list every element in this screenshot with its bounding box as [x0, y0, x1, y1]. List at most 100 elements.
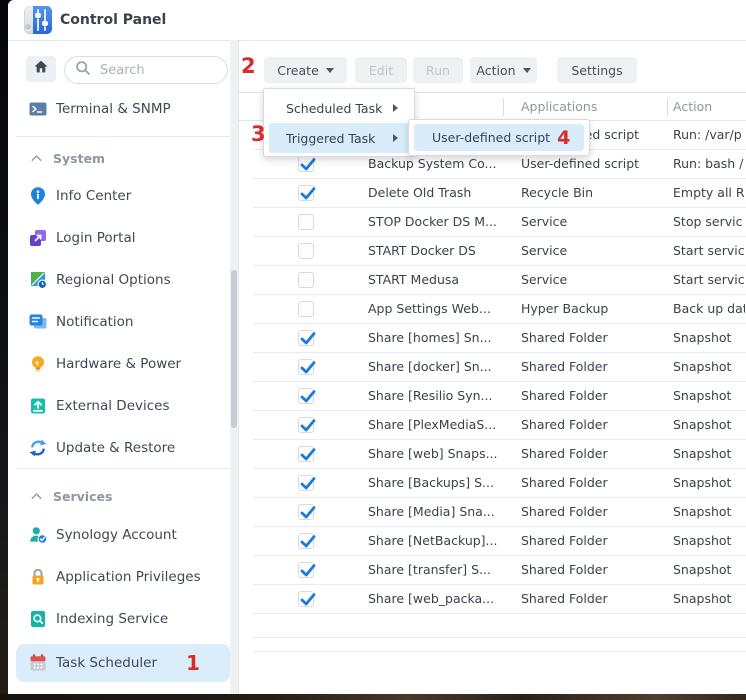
table-row[interactable]: Share [Media] Sna...Shared FolderSnapsho… [239, 498, 746, 527]
sidebar-item-external-devices[interactable]: External Devices [16, 391, 230, 421]
sidebar-divider [16, 136, 230, 137]
action-cell: Snapshot [673, 353, 745, 381]
table-row[interactable]: Share [transfer] S...Shared FolderSnapsh… [239, 556, 746, 585]
table-row[interactable]: Share [homes] Sn...Shared FolderSnapshot [239, 324, 746, 353]
checkbox-unchecked[interactable] [298, 243, 314, 259]
sidebar-item-label: Notification [56, 314, 133, 330]
checkbox-checked[interactable] [298, 475, 314, 491]
applications-cell: Hyper Backup [521, 295, 669, 323]
sidebar-item-synology-account[interactable]: Synology Account [16, 520, 230, 550]
annotation-1: 1 [186, 651, 200, 675]
table-row[interactable]: Share [web_packa...Shared FolderSnapshot [239, 585, 746, 614]
sidebar-item-label: Indexing Service [56, 611, 168, 627]
checkbox-unchecked[interactable] [298, 301, 314, 317]
table-row[interactable]: Share [PlexMediaS...Shared FolderSnapsho… [239, 411, 746, 440]
action-cell: Run: /var/p [673, 121, 745, 149]
settings-button[interactable]: Settings [557, 57, 637, 83]
table-row[interactable]: Share [NetBackup]...Shared FolderSnapsho… [239, 527, 746, 556]
column-header-action[interactable]: Action [673, 93, 712, 121]
create-button[interactable]: Create [264, 57, 347, 83]
name-cell: Share [Media] Sna... [368, 498, 503, 526]
table-row[interactable]: START Docker DSServiceStart servic [239, 237, 746, 266]
checkbox-checked[interactable] [298, 446, 314, 462]
menu-item-triggered-task[interactable]: Triggered Task [269, 123, 409, 153]
name-cell: START Docker DS [368, 237, 503, 265]
submenu-item-label: User-defined script [432, 130, 550, 145]
name-cell: Share [Backups] S... [368, 469, 503, 497]
table-row[interactable]: App Settings Web...Hyper BackupBack up d… [239, 295, 746, 324]
submenu-item-user-defined-script[interactable]: User-defined script4 [414, 124, 584, 151]
checkbox-unchecked[interactable] [298, 214, 314, 230]
notification-icon [28, 312, 48, 332]
checkbox-checked[interactable] [298, 562, 314, 578]
table-row[interactable]: Share [docker] Sn... Shared FolderSnapsho… [239, 353, 746, 382]
table-row[interactable]: START MedusaServiceStart servic [239, 266, 746, 295]
applications-cell: Shared Folder [521, 585, 669, 613]
external-devices-icon [28, 396, 48, 416]
desktop-wallpaper-bottom [0, 694, 746, 700]
page-title: Control Panel [60, 0, 166, 40]
synology-account-icon [28, 525, 48, 545]
search-box[interactable] [64, 56, 228, 84]
sidebar-item-hardware-power[interactable]: Hardware & Power [16, 349, 230, 379]
checkbox-checked[interactable] [298, 504, 314, 520]
table-row[interactable]: Share [Resilio Syn...Shared FolderSnapsh… [239, 382, 746, 411]
create-dropdown-menu: Scheduled TaskTriggered Task [263, 88, 415, 157]
task-table: User-defined scriptRun: /var/pBackup Sys… [239, 121, 746, 621]
edit-button[interactable]: Edit [355, 57, 407, 83]
sidebar-item-label: Hardware & Power [56, 356, 181, 372]
control-panel-icon [24, 6, 52, 34]
sidebar-item-label: Info Center [56, 188, 131, 204]
menu-item-scheduled-task[interactable]: Scheduled Task [269, 93, 409, 123]
table-row[interactable]: Share [web] Snaps...Shared FolderSnapsho… [239, 440, 746, 469]
sidebar-item-terminal-snmp[interactable]: Terminal & SNMP [16, 94, 230, 124]
name-cell: Share [Resilio Syn... [368, 382, 503, 410]
sidebar-section-system[interactable]: System [16, 145, 230, 171]
sidebar-item-application-privileges[interactable]: Application Privileges [16, 562, 230, 592]
sidebar-item-indexing-service[interactable]: Indexing Service [16, 604, 230, 634]
sidebar-item-update-restore[interactable]: Update & Restore [16, 433, 230, 463]
checkbox-checked[interactable] [298, 359, 314, 375]
name-cell: Share [docker] Sn... [368, 353, 503, 381]
checkbox-checked[interactable] [298, 156, 314, 172]
applications-cell: Shared Folder [521, 353, 669, 381]
action-cell: Empty all R [673, 179, 745, 207]
name-cell: App Settings Web... [368, 295, 503, 323]
button-label: Settings [571, 63, 622, 78]
sidebar-item-info-center[interactable]: Info Center [16, 181, 230, 211]
table-row[interactable]: STOP Docker DS M...ServiceStop servic [239, 208, 746, 237]
sidebar-item-task-scheduler[interactable]: Task Scheduler1 [16, 644, 230, 682]
submenu-arrow-icon [393, 134, 398, 142]
action-cell: Snapshot [673, 527, 745, 555]
action-cell: Snapshot [673, 382, 745, 410]
annotation-3: 3 [251, 122, 266, 146]
checkbox-checked[interactable] [298, 417, 314, 433]
sidebar-item-notification[interactable]: Notification [16, 307, 230, 337]
action-button[interactable]: Action [470, 57, 537, 83]
sidebar-scrollbar-thumb[interactable] [231, 270, 237, 428]
column-header-applications[interactable]: Applications [521, 93, 597, 121]
checkbox-checked[interactable] [298, 591, 314, 607]
column-separator [503, 98, 504, 116]
login-portal-icon [28, 228, 48, 248]
sidebar-section-services[interactable]: Services [16, 483, 230, 509]
run-button[interactable]: Run [413, 57, 463, 83]
triggered-task-submenu: User-defined script4 [408, 119, 590, 156]
checkbox-checked[interactable] [298, 185, 314, 201]
home-button[interactable] [26, 56, 56, 82]
sidebar-item-regional-options[interactable]: Regional Options [16, 265, 230, 295]
checkbox-checked[interactable] [298, 388, 314, 404]
action-cell: Snapshot [673, 469, 745, 497]
search-input[interactable] [98, 62, 212, 79]
sidebar-item-label: Synology Account [56, 527, 177, 543]
table-row[interactable]: Delete Old TrashRecycle BinEmpty all R [239, 179, 746, 208]
name-cell: Share [NetBackup]... [368, 527, 503, 555]
table-footer-line [253, 637, 746, 638]
checkbox-checked[interactable] [298, 533, 314, 549]
sidebar-item-login-portal[interactable]: Login Portal [16, 223, 230, 253]
table-row[interactable]: Share [Backups] S...Shared FolderSnapsho… [239, 469, 746, 498]
sidebar-item-label: Update & Restore [56, 440, 175, 456]
checkbox-checked[interactable] [298, 330, 314, 346]
checkbox-unchecked[interactable] [298, 272, 314, 288]
window-header: Control Panel [8, 0, 746, 41]
